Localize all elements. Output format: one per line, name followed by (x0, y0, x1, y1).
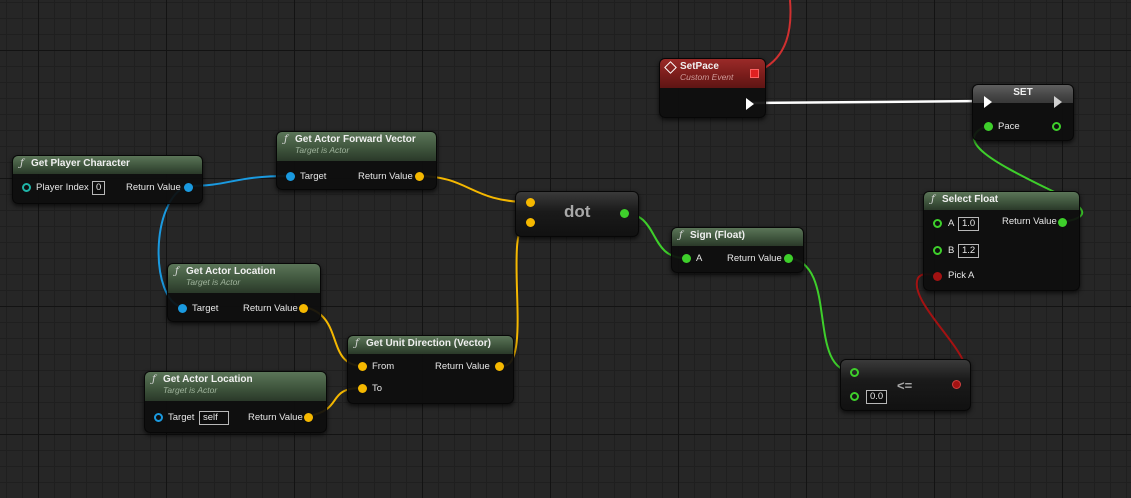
return-value-label: Return Value (435, 361, 490, 372)
compare-b-field[interactable]: 0.0 (866, 390, 888, 404)
wire-sign-to-compare[interactable] (787, 257, 855, 373)
node-subtitle: Target is Actor (295, 145, 350, 155)
target-pin[interactable] (154, 413, 163, 422)
node-header: ƒ Get Actor Location Target is Actor (145, 372, 326, 401)
function-icon: ƒ (284, 134, 288, 145)
pick-a-pin[interactable] (933, 272, 942, 281)
to-label: To (372, 383, 383, 394)
target-field[interactable]: self (199, 411, 229, 425)
delegate-pin-icon[interactable] (750, 69, 759, 78)
return-value-label: Return Value (358, 171, 413, 182)
node-set-pace-event[interactable]: SetPace Custom Event (659, 58, 766, 118)
function-icon: ƒ (152, 374, 156, 385)
node-header: ƒ Select Float (924, 192, 1079, 210)
node-header: ƒ Get Unit Direction (Vector) (348, 336, 513, 354)
return-value-label: Return Value (243, 303, 298, 314)
return-value-pin[interactable] (184, 183, 193, 192)
target-pin[interactable] (178, 304, 187, 313)
node-title: Select Float (942, 194, 999, 205)
player-index-field[interactable]: 0 (92, 181, 106, 195)
a-label: A (696, 253, 703, 264)
node-header: ƒ Get Actor Location Target is Actor (168, 264, 320, 293)
player-index-label: Player Index (36, 182, 89, 193)
return-value-label: Return Value (727, 253, 782, 264)
node-get-actor-location-1[interactable]: ƒ Get Actor Location Target is Actor Tar… (167, 263, 321, 322)
blueprint-graph-canvas[interactable]: ƒ Get Player Character Player Index 0 Re… (0, 0, 1131, 498)
return-value-pin[interactable] (620, 209, 629, 218)
a-pin[interactable] (933, 219, 942, 228)
node-get-player-character[interactable]: ƒ Get Player Character Player Index 0 Re… (12, 155, 203, 204)
exec-out-pin[interactable] (746, 98, 754, 110)
event-diamond-icon (664, 61, 677, 74)
node-header: ƒ Sign (Float) (672, 228, 803, 246)
return-value-pin[interactable] (415, 172, 424, 181)
node-title: Get Actor Forward Vector (295, 134, 416, 145)
node-title: SetPace (680, 61, 719, 72)
function-icon: ƒ (931, 194, 935, 205)
node-header: ƒ Get Actor Forward Vector Target is Act… (277, 132, 436, 161)
return-value-pin[interactable] (299, 304, 308, 313)
to-pin[interactable] (358, 384, 367, 393)
return-value-pin[interactable] (784, 254, 793, 263)
target-label: Target (192, 303, 219, 314)
node-title: Get Unit Direction (Vector) (366, 338, 492, 349)
node-title: Get Actor Location (186, 266, 276, 277)
node-get-actor-forward-vector[interactable]: ƒ Get Actor Forward Vector Target is Act… (276, 131, 437, 190)
node-dot[interactable]: dot (515, 191, 639, 237)
target-label: Target (300, 171, 327, 182)
node-subtitle: Target is Actor (186, 277, 241, 287)
node-subtitle: Target is Actor (163, 385, 218, 395)
return-value-pin[interactable] (952, 380, 961, 389)
player-index-pin[interactable] (22, 183, 31, 192)
from-label: From (372, 361, 395, 372)
a-pin[interactable] (682, 254, 691, 263)
pace-in-pin[interactable] (984, 122, 993, 131)
return-value-pin[interactable] (1058, 218, 1067, 227)
compare-b-pin[interactable] (850, 392, 859, 401)
return-value-label: Return Value (248, 412, 303, 423)
target-label: Target (168, 412, 195, 423)
from-pin[interactable] (358, 362, 367, 371)
node-get-actor-location-2[interactable]: ƒ Get Actor Location Target is Actor Tar… (144, 371, 327, 433)
pace-label: Pace (998, 121, 1020, 132)
node-set-pace[interactable]: SET Pace (972, 84, 1074, 141)
node-header: ƒ Get Player Character (13, 156, 202, 174)
node-sign-float[interactable]: ƒ Sign (Float) A Return Value (671, 227, 804, 273)
node-select-float[interactable]: ƒ Select Float A 1.0 Return Value B 1.2 … (923, 191, 1080, 291)
node-less-equal[interactable]: 0.0 <= (840, 359, 971, 411)
node-get-unit-direction[interactable]: ƒ Get Unit Direction (Vector) From To Re… (347, 335, 514, 404)
node-subtitle: Custom Event (680, 72, 734, 82)
vector-a-pin[interactable] (526, 198, 535, 207)
vector-b-pin[interactable] (526, 218, 535, 227)
node-title: <= (897, 378, 913, 393)
pick-a-label: Pick A (948, 270, 975, 281)
b-field[interactable]: 1.2 (958, 244, 980, 258)
node-title: Get Actor Location (163, 374, 253, 385)
node-title: Sign (Float) (690, 230, 745, 241)
exec-in-pin[interactable] (984, 96, 992, 108)
return-value-pin[interactable] (304, 413, 313, 422)
pace-out-pin[interactable] (1052, 122, 1061, 131)
return-value-label: Return Value (1002, 216, 1057, 227)
wire-exec-event-to-set[interactable] (751, 99, 986, 105)
target-pin[interactable] (286, 172, 295, 181)
b-pin[interactable] (933, 246, 942, 255)
node-title: SET (1013, 87, 1033, 98)
node-title: dot (564, 202, 591, 221)
exec-out-pin[interactable] (1054, 96, 1062, 108)
return-value-label: Return Value (126, 182, 181, 193)
a-field[interactable]: 1.0 (958, 217, 980, 231)
function-icon: ƒ (355, 338, 359, 349)
function-icon: ƒ (20, 158, 24, 169)
b-label: B (948, 245, 955, 256)
node-title: Get Player Character (31, 158, 130, 169)
return-value-pin[interactable] (495, 362, 504, 371)
a-label: A (948, 218, 955, 229)
function-icon: ƒ (679, 230, 683, 241)
function-icon: ƒ (175, 266, 179, 277)
compare-a-pin[interactable] (850, 368, 859, 377)
